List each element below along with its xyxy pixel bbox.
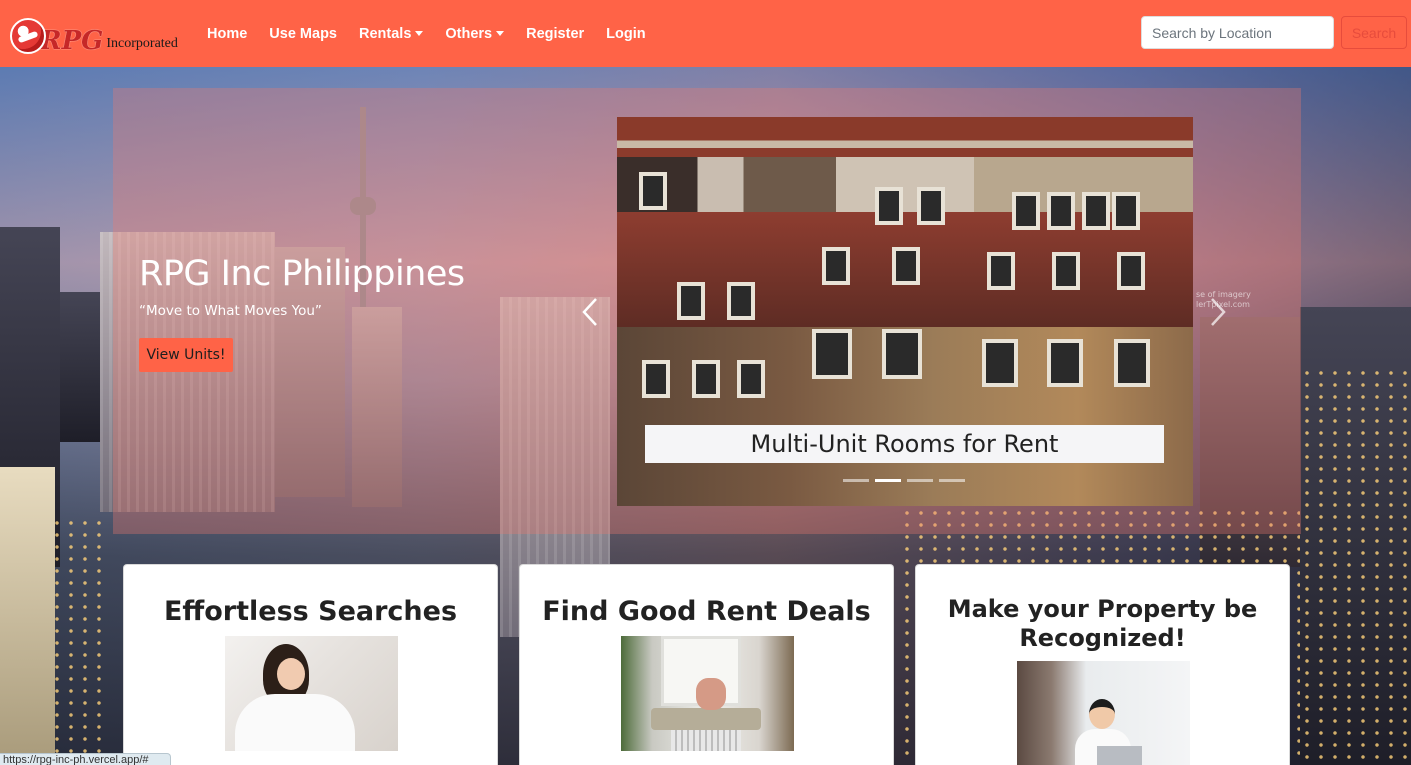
- window: [1082, 192, 1110, 230]
- brand-logo[interactable]: RPG Incorporated: [10, 14, 178, 54]
- window: [1114, 339, 1150, 387]
- hero-tagline: “Move to What Moves You”: [139, 303, 322, 319]
- globe-icon: [10, 18, 46, 54]
- nav-login[interactable]: Login: [595, 26, 656, 42]
- window: [1112, 192, 1140, 230]
- carousel-prev-icon[interactable]: [580, 296, 600, 328]
- nav-home-label: Home: [207, 25, 248, 42]
- caret-down-icon: [415, 31, 424, 36]
- window: [982, 339, 1018, 387]
- window: [987, 252, 1015, 290]
- nav-use-maps[interactable]: Use Maps: [258, 26, 348, 42]
- nav-use-maps-label: Use Maps: [269, 25, 337, 42]
- carousel-indicator[interactable]: [843, 479, 869, 482]
- caret-down-icon: [496, 31, 505, 36]
- nav-others-label: Others: [445, 25, 493, 42]
- window: [1052, 252, 1080, 290]
- city-lights: [50, 517, 110, 765]
- window: [882, 329, 922, 379]
- feature-card: Effortless Searches: [123, 564, 498, 765]
- carousel-indicator[interactable]: [939, 479, 965, 482]
- view-units-button[interactable]: View Units!: [139, 338, 233, 372]
- nav-login-label: Login: [606, 25, 646, 42]
- window: [737, 360, 765, 398]
- card-title: Find Good Rent Deals: [542, 596, 871, 627]
- nav-others-dropdown[interactable]: Others: [434, 26, 515, 42]
- woman-with-phone-image: [225, 636, 398, 751]
- window: [1012, 192, 1040, 230]
- brand-rpg-text: RPG: [40, 26, 104, 56]
- navbar: RPG Incorporated Home Use Maps Rentals O…: [0, 0, 1411, 67]
- carousel-indicator-active[interactable]: [875, 479, 901, 482]
- skyscraper: [60, 292, 100, 442]
- nav-register[interactable]: Register: [515, 26, 595, 42]
- man-celebrating-image: [1017, 661, 1190, 765]
- window: [875, 187, 903, 225]
- person: [696, 678, 726, 710]
- radiator: [671, 730, 741, 751]
- window: [917, 187, 945, 225]
- window: [692, 360, 720, 398]
- window: [727, 282, 755, 320]
- search-button[interactable]: Search: [1341, 16, 1407, 49]
- carousel-caption: Multi-Unit Rooms for Rent: [645, 425, 1164, 463]
- browser-status-bar: https://rpg-inc-ph.vercel.app/#: [0, 753, 171, 765]
- nav-rentals-label: Rentals: [359, 25, 412, 42]
- card-title: Effortless Searches: [163, 596, 458, 627]
- laptop: [1097, 746, 1142, 765]
- family-on-sofa-image: [621, 636, 794, 751]
- window: [642, 360, 670, 398]
- window: [1117, 252, 1145, 290]
- city-lights: [1300, 367, 1411, 765]
- window: [1047, 339, 1083, 387]
- window: [892, 247, 920, 285]
- person-body: [235, 694, 355, 751]
- window: [822, 247, 850, 285]
- person-face: [277, 658, 305, 690]
- carousel-indicator[interactable]: [907, 479, 933, 482]
- hero-title: RPG Inc Philippines: [139, 254, 465, 294]
- window: [1047, 192, 1075, 230]
- nav-rentals-dropdown[interactable]: Rentals: [348, 26, 434, 42]
- sofa: [651, 708, 761, 730]
- card-title: Make your Property be Recognized!: [947, 595, 1258, 652]
- building-left: [0, 467, 55, 765]
- feature-card: Make your Property be Recognized!: [915, 564, 1290, 765]
- window: [812, 329, 852, 379]
- person-head: [1089, 699, 1115, 729]
- window: [639, 172, 667, 210]
- nav-register-label: Register: [526, 25, 585, 42]
- search-input[interactable]: [1141, 16, 1334, 49]
- nav-home[interactable]: Home: [196, 26, 258, 42]
- image-watermark: se of imagery lerTpixel.com: [1196, 290, 1251, 309]
- feature-card: Find Good Rent Deals: [519, 564, 894, 765]
- nav-links: Home Use Maps Rentals Others Register Lo…: [196, 0, 657, 67]
- brand-suffix: Incorporated: [106, 36, 178, 51]
- window: [677, 282, 705, 320]
- carousel-indicators: [843, 479, 965, 482]
